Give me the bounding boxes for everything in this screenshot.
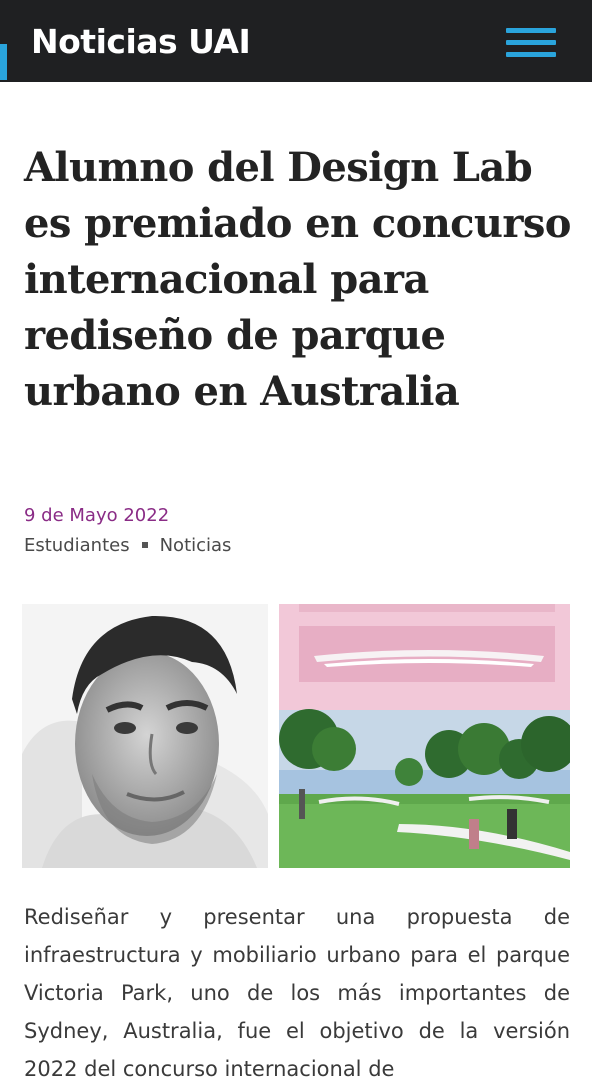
category-link-noticias[interactable]: Noticias <box>160 535 232 556</box>
park-design-render-image <box>279 604 570 868</box>
category-link-estudiantes[interactable]: Estudiantes <box>24 535 130 556</box>
article-categories: Estudiantes Noticias <box>24 534 231 558</box>
article-title: Alumno del Design Lab es premiado en con… <box>24 144 571 415</box>
student-portrait-image <box>22 604 268 868</box>
article-body: Rediseñar y presentar una propuesta de i… <box>24 905 570 1081</box>
hamburger-menu-icon[interactable] <box>503 25 557 61</box>
category-separator <box>141 542 148 548</box>
accent-edge <box>0 44 7 80</box>
site-brand[interactable]: Noticias UAI <box>31 22 251 62</box>
menu-line <box>506 40 556 45</box>
menu-line <box>506 52 556 57</box>
menu-line <box>506 28 556 33</box>
article-date: 9 de Mayo 2022 <box>24 505 170 526</box>
top-bar: Noticias UAI <box>0 0 592 82</box>
student-portrait-illustration <box>22 604 268 868</box>
park-render-illustration <box>279 604 570 868</box>
